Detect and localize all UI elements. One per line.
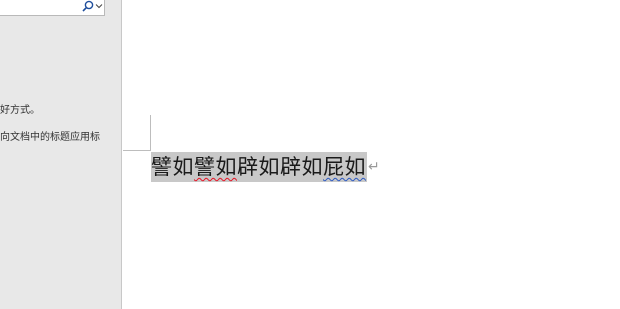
margin-corner-mark-vertical	[150, 115, 151, 151]
nav-pane-help-text-1: 好方式。	[0, 105, 40, 116]
text-segment: 辟如	[280, 155, 323, 179]
navigation-pane: 好方式。 向文档中的标题应用标	[0, 0, 122, 309]
word-window: 好方式。 向文档中的标题应用标 譬如譬如辟如辟如屁如 ↵	[0, 0, 620, 309]
search-input[interactable]	[0, 0, 105, 16]
text-segment: 譬如	[151, 155, 194, 179]
search-icon[interactable]	[82, 0, 94, 12]
margin-corner-mark-horizontal	[123, 150, 151, 151]
spelling-error-segment[interactable]: 譬如	[194, 155, 237, 179]
selected-text[interactable]: 譬如譬如辟如辟如屁如	[151, 152, 367, 182]
chevron-down-icon[interactable]	[95, 2, 103, 10]
nav-pane-help-text-2: 向文档中的标题应用标	[0, 132, 100, 143]
document-paragraph[interactable]: 譬如譬如辟如辟如屁如 ↵	[151, 152, 380, 182]
text-segment: 辟如	[237, 155, 280, 179]
paragraph-mark-icon: ↵	[368, 159, 380, 175]
grammar-error-segment[interactable]: 屁如	[323, 155, 366, 179]
